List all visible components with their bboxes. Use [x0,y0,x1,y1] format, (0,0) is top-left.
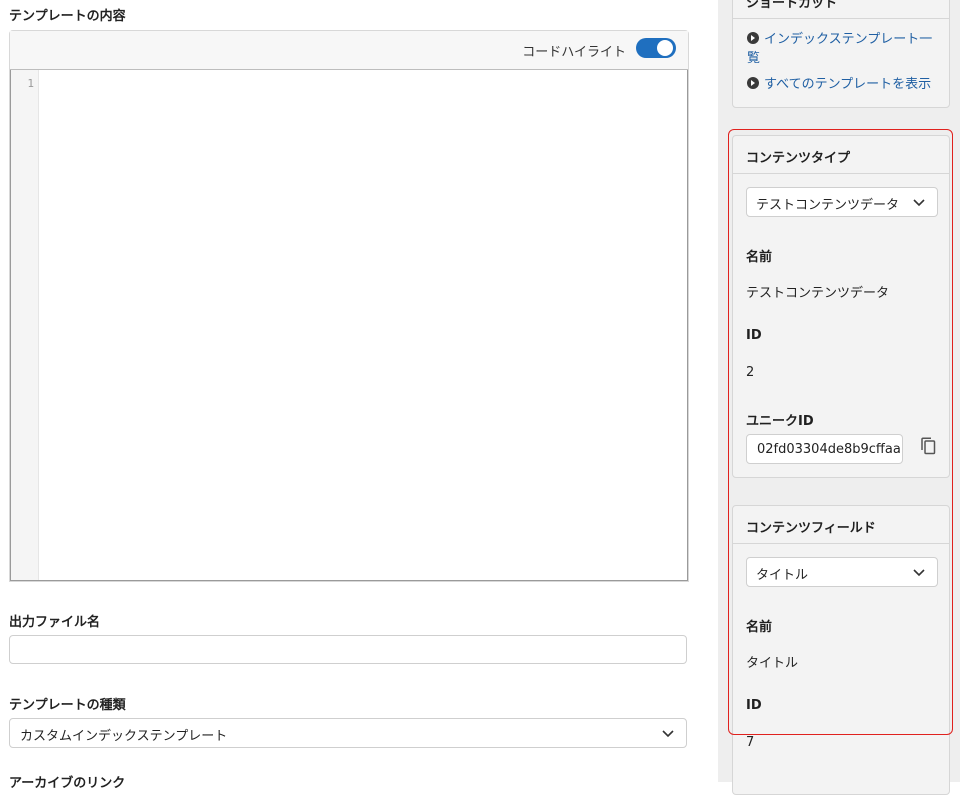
content-field-select[interactable]: タイトル [746,557,938,587]
content-type-panel: コンテンツタイプ テストコンテンツデータ 名前 テストコンテンツデータ ID 2… [732,135,950,478]
editor-toolbar: コードハイライト [10,31,688,70]
code-highlight-toggle[interactable] [636,38,676,58]
content-field-name-label: 名前 [746,620,773,635]
content-field-selected: タイトル [756,568,809,583]
code-editor: コードハイライト 1 [9,30,689,582]
code-textarea[interactable] [39,70,687,580]
editor-body: 1 [10,70,688,581]
output-filename-label: 出力ファイル名 [9,615,101,630]
content-type-title: コンテンツタイプ [746,151,851,166]
template-editor-main: テンプレートの内容 コードハイライト 1 出力ファイル名 テンプレートの種類 カ… [0,0,718,791]
template-type-label: テンプレートの種類 [9,698,126,713]
arrow-right-circle-icon [747,77,759,89]
shortcut-link-label: すべてのテンプレートを表示 [764,77,932,92]
content-field-id-label: ID [746,698,762,713]
content-field-title: コンテンツフィールド [746,521,876,536]
chevron-down-icon [913,199,925,207]
sidebar: ショートカット インデックステンプレート一覧 すべてのテンプレートを表示 コンテ… [718,0,960,795]
content-type-select[interactable]: テストコンテンツデータ [746,187,938,217]
content-field-panel: コンテンツフィールド タイトル 名前 タイトル ID 7 [732,505,950,795]
toggle-knob [657,40,673,56]
shortcut-all-templates-link[interactable]: すべてのテンプレートを表示 [747,75,937,94]
shortcut-panel: ショートカット インデックステンプレート一覧 すべてのテンプレートを表示 [732,0,950,108]
unique-id-value: 02fd03304de8b9cffaa [757,442,901,457]
copy-icon[interactable] [920,437,936,455]
content-type-header: コンテンツタイプ [733,136,949,174]
line-number: 1 [27,77,34,90]
unique-id-input[interactable]: 02fd03304de8b9cffaa [746,434,903,464]
line-number-gutter: 1 [11,70,39,580]
content-type-id-label: ID [746,328,762,343]
content-type-name-label: 名前 [746,250,773,265]
chevron-down-icon [662,730,674,738]
content-field-header: コンテンツフィールド [733,506,949,544]
arrow-right-circle-icon [747,32,759,44]
content-field-id-value: 7 [746,735,755,750]
code-highlight-label: コードハイライト [522,45,626,60]
shortcut-link-label: インデックステンプレート一覧 [747,32,933,66]
template-type-select[interactable]: カスタムインデックステンプレート [9,718,687,748]
template-type-value: カスタムインデックステンプレート [20,729,228,744]
content-type-id-value: 2 [746,365,755,380]
chevron-down-icon [913,569,925,577]
shortcut-title: ショートカット [746,0,838,11]
output-filename-input[interactable] [9,635,687,664]
shortcut-index-templates-link[interactable]: インデックステンプレート一覧 [747,30,937,68]
template-content-label: テンプレートの内容 [9,9,126,24]
content-type-selected: テストコンテンツデータ [756,198,900,213]
content-type-name-value: テストコンテンツデータ [746,286,890,301]
shortcut-panel-header: ショートカット [733,0,949,19]
content-field-name-value: タイトル [746,656,799,671]
content-type-unique-id-label: ユニークID [746,414,814,429]
